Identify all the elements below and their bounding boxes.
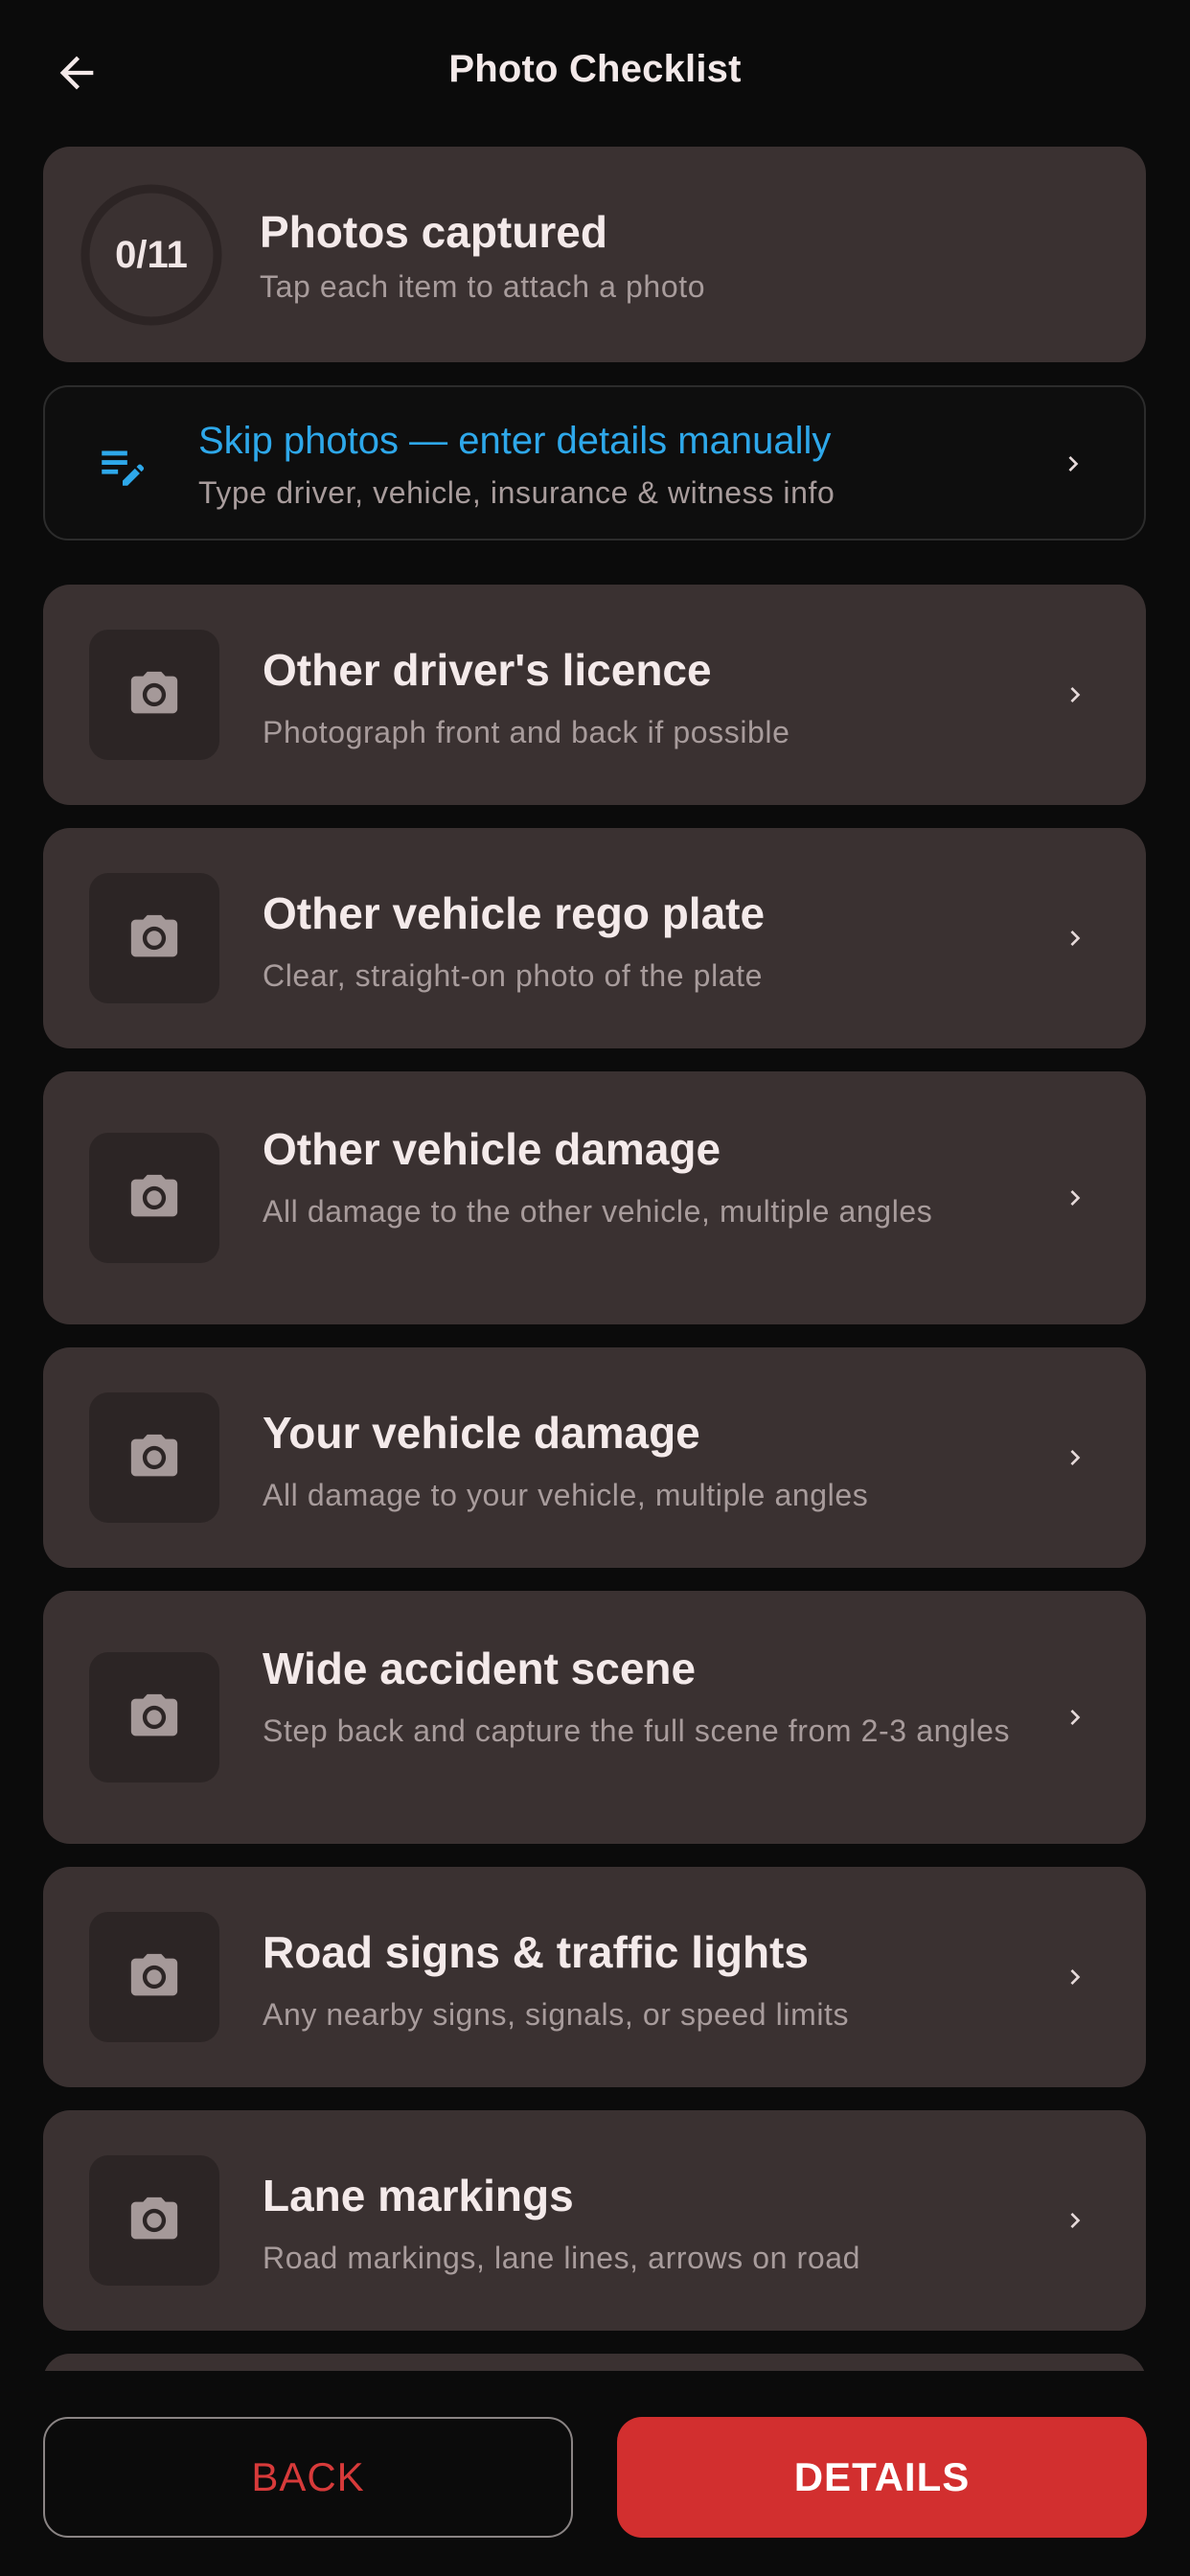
item-title: Other vehicle rego plate — [263, 888, 766, 938]
checklist-item-other-vehicle-damage[interactable]: Other vehicle damage All damage to the o… — [43, 1071, 1146, 1324]
chevron-right-icon — [1070, 1450, 1081, 1465]
chevron-right-icon — [1068, 456, 1079, 472]
progress-title: Photos captured — [260, 207, 607, 257]
chevron-right-icon — [1070, 1190, 1081, 1206]
item-subtitle: Step back and capture the full scene fro… — [263, 1714, 1011, 1748]
item-title: Road signs & traffic lights — [263, 1927, 809, 1977]
camera-icon — [130, 671, 178, 714]
chevron-right-icon — [1070, 2213, 1081, 2228]
checklist-item-rego-plate[interactable]: Other vehicle rego plate Clear, straight… — [43, 828, 1146, 1048]
camera-icon — [130, 1174, 178, 1217]
photo-checklist-screen: Photo Checklist 0/11 Photos captured Tap… — [0, 0, 1190, 2576]
app-header: Photo Checklist — [0, 0, 1190, 144]
page-title: Photo Checklist — [448, 48, 742, 90]
camera-icon — [130, 1693, 178, 1736]
item-title: Other vehicle damage — [263, 1124, 721, 1174]
checklist-item-your-vehicle-damage[interactable]: Your vehicle damage All damage to your v… — [43, 1347, 1146, 1568]
item-title: Lane markings — [263, 2171, 574, 2220]
item-subtitle: All damage to the other vehicle, multipl… — [263, 1194, 933, 1229]
skip-title: Skip photos — enter details manually — [198, 420, 832, 462]
details-button[interactable]: DETAILS — [617, 2417, 1147, 2538]
photo-placeholder — [89, 1133, 219, 1263]
item-subtitle: Any nearby signs, signals, or speed limi… — [263, 1997, 850, 2032]
photo-placeholder — [89, 873, 219, 1003]
progress-counter: 0/11 — [115, 233, 188, 276]
checklist-item-drivers-licence[interactable]: Other driver's licence Photograph front … — [43, 585, 1146, 805]
camera-icon — [130, 1434, 178, 1477]
photo-placeholder — [89, 2155, 219, 2286]
camera-icon — [130, 914, 178, 957]
item-subtitle: All damage to your vehicle, multiple ang… — [263, 1478, 869, 1512]
checklist-item-accident-scene[interactable]: Wide accident scene Step back and captur… — [43, 1591, 1146, 1844]
checklist-item-road-signs[interactable]: Road signs & traffic lights Any nearby s… — [43, 1867, 1146, 2087]
camera-icon — [130, 1953, 178, 1996]
photo-placeholder — [89, 630, 219, 760]
chevron-right-icon — [1070, 1710, 1081, 1725]
progress-subtitle: Tap each item to attach a photo — [260, 269, 706, 304]
photo-placeholder — [89, 1912, 219, 2042]
camera-icon — [130, 2196, 178, 2240]
photo-placeholder — [89, 1392, 219, 1523]
skip-subtitle: Type driver, vehicle, insurance & witnes… — [198, 475, 835, 510]
item-subtitle: Photograph front and back if possible — [263, 715, 790, 749]
item-title: Wide accident scene — [263, 1644, 697, 1693]
chevron-right-icon — [1070, 931, 1081, 946]
back-button[interactable]: BACK — [43, 2417, 573, 2538]
item-title: Other driver's licence — [263, 645, 712, 695]
item-subtitle: Clear, straight-on photo of the plate — [263, 958, 764, 993]
checklist-item-lane-markings[interactable]: Lane markings Road markings, lane lines,… — [43, 2110, 1146, 2331]
edit-notes-icon — [102, 450, 145, 486]
chevron-right-icon — [1070, 687, 1081, 702]
photo-placeholder — [89, 1652, 219, 1782]
progress-card: 0/11 Photos captured Tap each item to at… — [43, 147, 1146, 362]
chevron-right-icon — [1070, 1969, 1081, 1985]
item-subtitle: Road markings, lane lines, arrows on roa… — [263, 2241, 861, 2275]
skip-photos-button[interactable]: Skip photos — enter details manually Typ… — [43, 385, 1146, 540]
item-title: Your vehicle damage — [263, 1408, 700, 1458]
